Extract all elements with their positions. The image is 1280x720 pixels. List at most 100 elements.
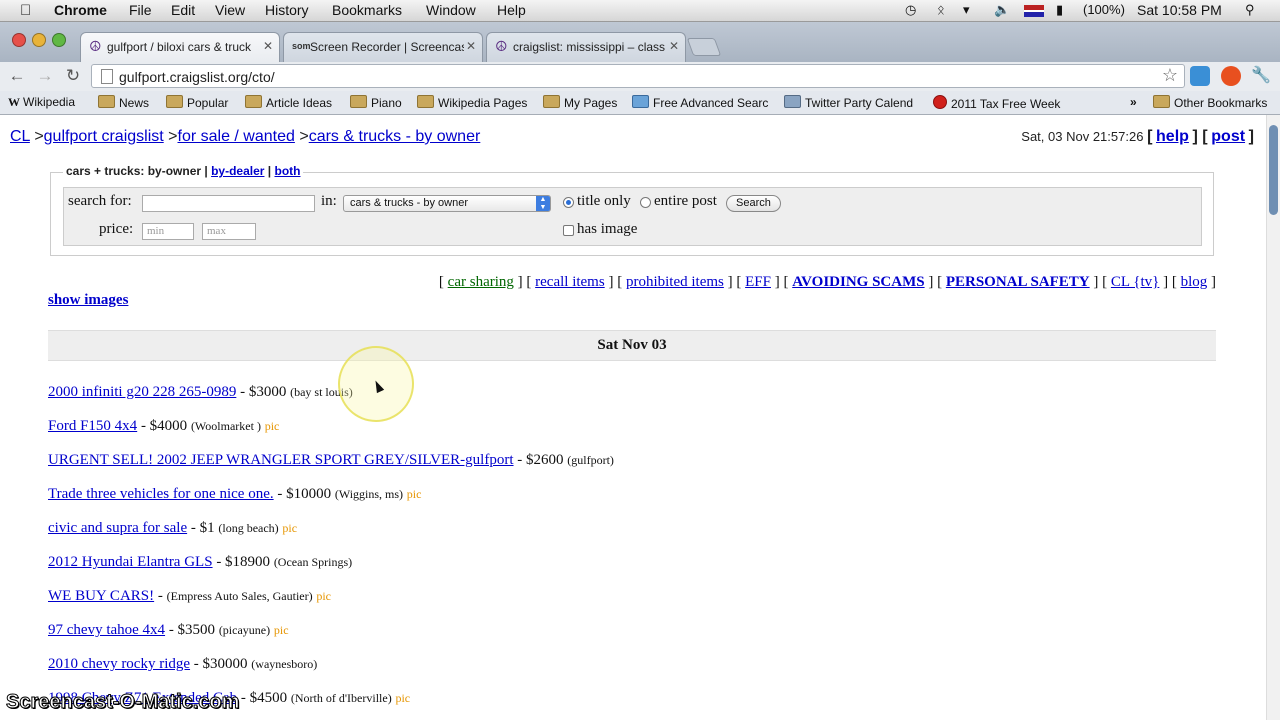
breadcrumb-cl[interactable]: CL	[10, 128, 30, 145]
menu-clock[interactable]: Sat 10:58 PM	[1137, 2, 1222, 18]
extension-icon[interactable]	[1190, 66, 1210, 86]
listing-title[interactable]: Trade three vehicles for one nice one.	[48, 486, 274, 502]
new-tab-button[interactable]	[686, 38, 722, 56]
listing-title[interactable]: 2000 infiniti g20 228 265-0989	[48, 384, 236, 400]
bookmark-star-icon[interactable]: ☆	[1162, 65, 1178, 86]
stumbleupon-icon[interactable]	[1221, 66, 1241, 86]
menu-window[interactable]: Window	[426, 2, 476, 18]
list-item: civic and supra for sale - $1 (long beac…	[48, 520, 297, 537]
category-select-value: cars & trucks - by owner	[350, 197, 468, 209]
bookmark-other[interactable]: Other Bookmarks	[1153, 95, 1267, 110]
breadcrumb-site[interactable]: gulfport craigslist	[44, 128, 164, 145]
listing-price: - $2600	[517, 452, 564, 468]
blog-link[interactable]: blog	[1181, 274, 1208, 290]
bookmark-wikipedia-pages[interactable]: Wikipedia Pages	[417, 95, 527, 110]
forward-button[interactable]: →	[34, 66, 56, 86]
wrench-menu-icon[interactable]: 🔧	[1250, 66, 1272, 86]
listing-title[interactable]: 97 chevy tahoe 4x4	[48, 622, 165, 638]
minimize-window-button[interactable]	[32, 33, 46, 47]
day-header: Sat Nov 03	[48, 330, 1216, 361]
title-only-radio[interactable]	[563, 197, 574, 208]
bookmark-wikipedia[interactable]: W Wikipedia	[8, 95, 75, 110]
eff-link[interactable]: EFF	[745, 274, 771, 290]
has-image-checkbox[interactable]	[563, 225, 574, 236]
listing-title[interactable]: WE BUY CARS!	[48, 588, 154, 604]
back-button[interactable]: ←	[6, 66, 28, 86]
bookmark-label: Wikipedia Pages	[438, 96, 528, 110]
vertical-scrollbar[interactable]	[1266, 115, 1280, 720]
zoom-window-button[interactable]	[52, 33, 66, 47]
menu-edit[interactable]: Edit	[171, 2, 195, 18]
url-text[interactable]: gulfport.craigslist.org/cto/	[119, 69, 275, 85]
flag-icon[interactable]	[1024, 5, 1044, 17]
menu-help[interactable]: Help	[497, 2, 526, 18]
bookmark-tax-free-week[interactable]: 2011 Tax Free Week	[933, 95, 1060, 111]
bookmark-free-advanced-search[interactable]: Free Advanced Searc	[632, 95, 768, 110]
bookmark-label: Other Bookmarks	[1174, 96, 1268, 110]
browser-toolbar: ← → ↻ gulfport.craigslist.org/cto/ ☆ 🔧	[0, 62, 1280, 91]
tab-screen-recorder[interactable]: som Screen Recorder | Screencast ✕	[283, 32, 483, 62]
search-for-label: search for:	[68, 193, 132, 209]
bookmark-my-pages[interactable]: My Pages	[543, 95, 617, 110]
listing-title[interactable]: civic and supra for sale	[48, 520, 187, 536]
more-bookmarks-chevron[interactable]: »	[1130, 95, 1137, 109]
category-select[interactable]: cars & trucks - by owner ▲ ▼	[343, 195, 551, 212]
listing-title[interactable]: URGENT SELL! 2002 JEEP WRANGLER SPORT GR…	[48, 452, 514, 468]
max-price-input[interactable]: max	[202, 223, 256, 240]
bookmark-piano[interactable]: Piano	[350, 95, 402, 110]
prohibited-items-link[interactable]: prohibited items	[626, 274, 724, 290]
search-input[interactable]	[142, 195, 315, 212]
menu-chrome[interactable]: Chrome	[54, 2, 107, 18]
tab-title: gulfport / biloxi cars & truck	[107, 40, 252, 54]
close-tab-icon[interactable]: ✕	[466, 39, 476, 53]
bookmark-news[interactable]: News	[98, 95, 149, 110]
close-window-button[interactable]	[12, 33, 26, 47]
recall-items-link[interactable]: recall items	[535, 274, 605, 290]
both-link[interactable]: both	[274, 164, 300, 178]
search-button[interactable]: Search	[726, 195, 781, 212]
post-link[interactable]: post	[1211, 128, 1245, 145]
bluetooth-icon[interactable]: ᛟ	[937, 2, 945, 17]
avoiding-scams-link[interactable]: AVOIDING SCAMS	[792, 274, 924, 290]
legend-title: cars + trucks: by-owner	[66, 164, 202, 178]
personal-safety-link[interactable]: PERSONAL SAFETY	[946, 274, 1090, 290]
apple-menu-icon[interactable]: 	[20, 2, 31, 19]
show-images-link[interactable]: show images	[48, 292, 128, 309]
scrollbar-thumb[interactable]	[1269, 125, 1278, 215]
bookmark-label: Free Advanced Searc	[653, 96, 769, 110]
entire-post-label: entire post	[654, 193, 717, 209]
bookmark-popular[interactable]: Popular	[166, 95, 228, 110]
breadcrumb-separator: >	[34, 128, 44, 145]
pic-badge: pic	[395, 691, 411, 705]
listing-title[interactable]: Ford F150 4x4	[48, 418, 137, 434]
breadcrumb-category[interactable]: cars & trucks - by owner	[309, 128, 481, 145]
menu-history[interactable]: History	[265, 2, 309, 18]
menu-view[interactable]: View	[215, 2, 245, 18]
menu-bookmarks[interactable]: Bookmarks	[332, 2, 402, 18]
battery-icon[interactable]: ▮	[1056, 2, 1063, 18]
bookmark-twitter-party[interactable]: Twitter Party Calend	[784, 95, 913, 110]
car-sharing-link[interactable]: car sharing	[448, 274, 514, 290]
by-dealer-link[interactable]: by-dealer	[211, 164, 264, 178]
volume-icon[interactable]: 🔈	[994, 2, 1010, 18]
bookmark-article-ideas[interactable]: Article Ideas	[245, 95, 332, 110]
tab-craigslist-mississippi[interactable]: ☮ craigslist: mississippi – class ✕	[486, 32, 686, 62]
folder-icon	[543, 95, 560, 108]
close-tab-icon[interactable]: ✕	[263, 39, 273, 53]
breadcrumb-section[interactable]: for sale / wanted	[178, 128, 295, 145]
close-tab-icon[interactable]: ✕	[669, 39, 679, 53]
min-price-input[interactable]: min	[142, 223, 194, 240]
reload-button[interactable]: ↻	[62, 66, 84, 86]
peace-icon: ☮	[495, 38, 508, 54]
time-machine-icon[interactable]: ◷	[905, 2, 916, 18]
address-bar[interactable]: gulfport.craigslist.org/cto/ ☆	[91, 64, 1185, 88]
tab-gulfport[interactable]: ☮ gulfport / biloxi cars & truck ✕	[80, 32, 280, 62]
spotlight-icon[interactable]: ⚲	[1245, 2, 1255, 18]
listing-title[interactable]: 2012 Hyundai Elantra GLS	[48, 554, 213, 570]
cl-tv-link[interactable]: CL {tv}	[1111, 274, 1159, 290]
entire-post-radio[interactable]	[640, 197, 651, 208]
menu-file[interactable]: File	[129, 2, 152, 18]
help-link[interactable]: help	[1156, 128, 1189, 145]
listing-title[interactable]: 2010 chevy rocky ridge	[48, 656, 190, 672]
wifi-icon[interactable]: ▾	[963, 2, 970, 18]
